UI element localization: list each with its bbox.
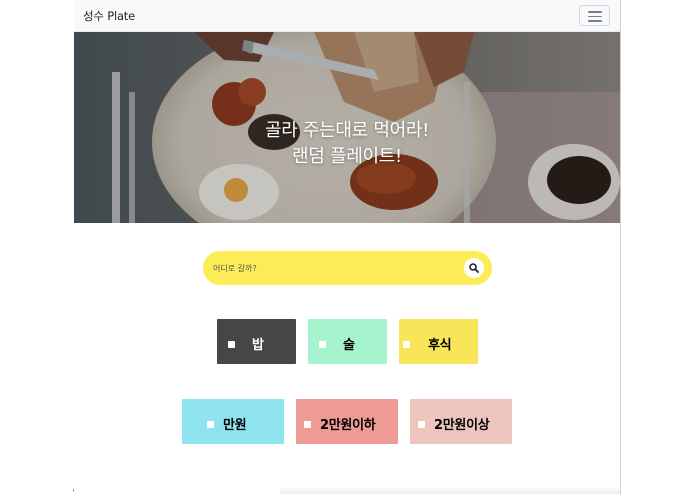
window-left-marker — [73, 489, 74, 492]
category-button-under-20k[interactable]: 2만원이하 — [296, 399, 398, 444]
category-label: 2만원이하 — [320, 418, 376, 433]
search-bar — [203, 251, 492, 285]
hero-headline-line2: 랜덤 플레이트! — [292, 146, 402, 167]
brand-link[interactable]: 성수 Plate — [83, 8, 135, 24]
bottom-shadow — [280, 486, 620, 494]
hero-headline-line1: 골라 주는대로 먹어라! — [264, 120, 430, 141]
category-label: 밥 — [252, 338, 264, 353]
search-input[interactable] — [213, 260, 453, 276]
app-viewport: 성수 Plate 골라 주는대로 먹어라! 랜덤 플레이트! 어디로 갈까? 밥… — [74, 0, 620, 494]
category-button-10k[interactable]: 만원 — [182, 399, 284, 444]
checkbox-icon — [319, 341, 326, 348]
checkbox-icon — [418, 421, 425, 428]
search-button[interactable] — [464, 258, 484, 278]
checkbox-icon — [403, 341, 410, 348]
search-icon — [469, 263, 479, 273]
category-button-dessert[interactable]: 후식 — [399, 319, 478, 364]
category-button-over-20k[interactable]: 2만원이상 — [410, 399, 512, 444]
checkbox-icon — [304, 421, 311, 428]
hamburger-icon — [588, 11, 602, 22]
category-button-rice[interactable]: 밥 — [217, 319, 296, 364]
category-label: 2만원이상 — [434, 418, 490, 433]
window-right-border — [620, 0, 621, 494]
navbar: 성수 Plate — [74, 0, 620, 32]
category-label: 후식 — [428, 338, 452, 353]
hero-banner: 골라 주는대로 먹어라! 랜덤 플레이트! — [74, 32, 620, 223]
category-label: 만원 — [223, 418, 247, 433]
checkbox-icon — [207, 421, 214, 428]
navbar-toggler-button[interactable] — [579, 5, 610, 26]
hero-headline: 골라 주는대로 먹어라! 랜덤 플레이트! — [74, 118, 620, 170]
page: 성수 Plate 골라 주는대로 먹어라! 랜덤 플레이트! 어디로 갈까? 밥… — [0, 0, 695, 494]
checkbox-icon — [228, 341, 235, 348]
category-button-alcohol[interactable]: 술 — [308, 319, 387, 364]
category-label: 술 — [343, 338, 355, 353]
